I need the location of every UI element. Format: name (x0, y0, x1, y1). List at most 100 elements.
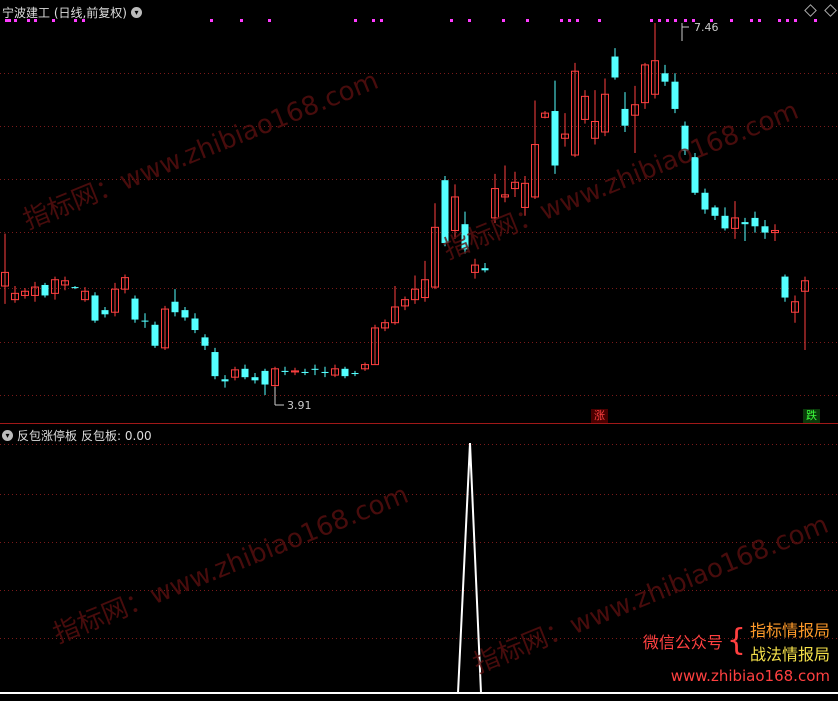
candlestick (181, 306, 189, 321)
candle-body (701, 192, 709, 210)
candlestick (351, 370, 359, 377)
candlestick (741, 217, 749, 241)
candle-body (251, 377, 259, 381)
candle-body (441, 180, 449, 244)
candle-body (41, 284, 49, 296)
candlestick (671, 73, 679, 114)
candlestick (301, 368, 309, 376)
period-marker (576, 19, 579, 22)
candle-body (201, 337, 209, 346)
candlestick (791, 295, 799, 323)
candlestick (441, 175, 449, 247)
candle-body (131, 298, 139, 320)
candle-body (351, 372, 359, 375)
candlestick (771, 224, 779, 241)
candle-body (691, 157, 699, 193)
candlestick (721, 207, 729, 231)
candlestick (361, 362, 369, 371)
candle-body (71, 287, 79, 289)
candlestick (311, 364, 319, 376)
candle-body (741, 222, 749, 225)
candlestick (41, 282, 49, 298)
candlestick (291, 367, 299, 376)
period-marker (372, 19, 375, 22)
candlestick (161, 305, 169, 350)
period-marker (778, 19, 781, 22)
period-marker (666, 19, 669, 22)
candle-body (461, 224, 469, 250)
period-marker (240, 19, 243, 22)
candle-body (151, 324, 159, 346)
period-marker (758, 19, 761, 22)
candlestick (491, 173, 499, 224)
candlestick (651, 23, 659, 99)
candlestick (131, 295, 139, 323)
candlestick (151, 321, 159, 348)
candlestick (561, 113, 569, 147)
candlestick (451, 184, 459, 239)
candlestick (711, 205, 719, 221)
candlestick (221, 375, 229, 388)
candlestick (521, 175, 529, 216)
brace: { (726, 623, 746, 658)
candlestick (171, 289, 179, 317)
period-marker (794, 19, 797, 22)
period-marker (598, 19, 601, 22)
indicator-value: 反包板: 0.00 (81, 429, 152, 443)
candle-body (301, 371, 309, 373)
candlestick (501, 165, 509, 203)
candlestick (471, 258, 479, 279)
candlestick (401, 296, 409, 311)
candlestick (251, 372, 259, 384)
candlestick (411, 275, 419, 304)
candle-body (91, 295, 99, 321)
period-marker (684, 19, 687, 22)
candlestick (231, 366, 239, 381)
candle-body (261, 370, 269, 385)
candlestick (191, 313, 199, 334)
candle-body (101, 310, 109, 315)
candle-body (191, 318, 199, 331)
candlestick (31, 281, 39, 302)
candlestick (801, 276, 809, 350)
candlestick-panel[interactable]: 7.46 3.91 宁波建工 (日线,前复权) ▾ 涨 跌 指标网：www.zhi… (0, 0, 838, 423)
candlestick (101, 306, 109, 318)
candlestick (81, 287, 89, 302)
candlestick (781, 274, 789, 302)
account-2: 战法情报局 (749, 645, 830, 664)
candlestick (421, 260, 429, 302)
candlestick (571, 62, 579, 158)
candlestick (661, 64, 669, 86)
period-marker (814, 19, 817, 22)
candlestick (431, 203, 439, 290)
chevron-down-icon[interactable]: ▾ (2, 430, 13, 441)
candlestick (271, 366, 279, 388)
candlestick (371, 324, 379, 366)
candle-body (681, 125, 689, 151)
candlestick (541, 111, 549, 119)
candlestick (321, 366, 329, 378)
period-marker (650, 19, 653, 22)
candle-body (761, 226, 769, 233)
indicator-spike (457, 442, 482, 694)
candlestick-chart[interactable]: 7.46 3.91 (0, 0, 838, 423)
candle-body (281, 370, 289, 372)
candlestick (461, 211, 469, 254)
period-marker (468, 19, 471, 22)
candle-body (721, 215, 729, 229)
candle-body (221, 379, 229, 382)
candlestick (61, 276, 69, 291)
wechat-label: 微信公众号 (642, 633, 723, 652)
candlestick (261, 368, 269, 395)
chevron-down-icon[interactable]: ▾ (131, 7, 142, 18)
candlestick (681, 121, 689, 156)
candlestick (211, 347, 219, 380)
candle-body (621, 108, 629, 126)
indicator-title: 反包涨停板 (17, 429, 78, 443)
max-price-label: 7.46 (694, 21, 719, 34)
candlestick (551, 80, 559, 174)
candle-body (611, 56, 619, 78)
candlestick (331, 364, 339, 378)
candle-body (781, 276, 789, 298)
candlestick (601, 78, 609, 137)
